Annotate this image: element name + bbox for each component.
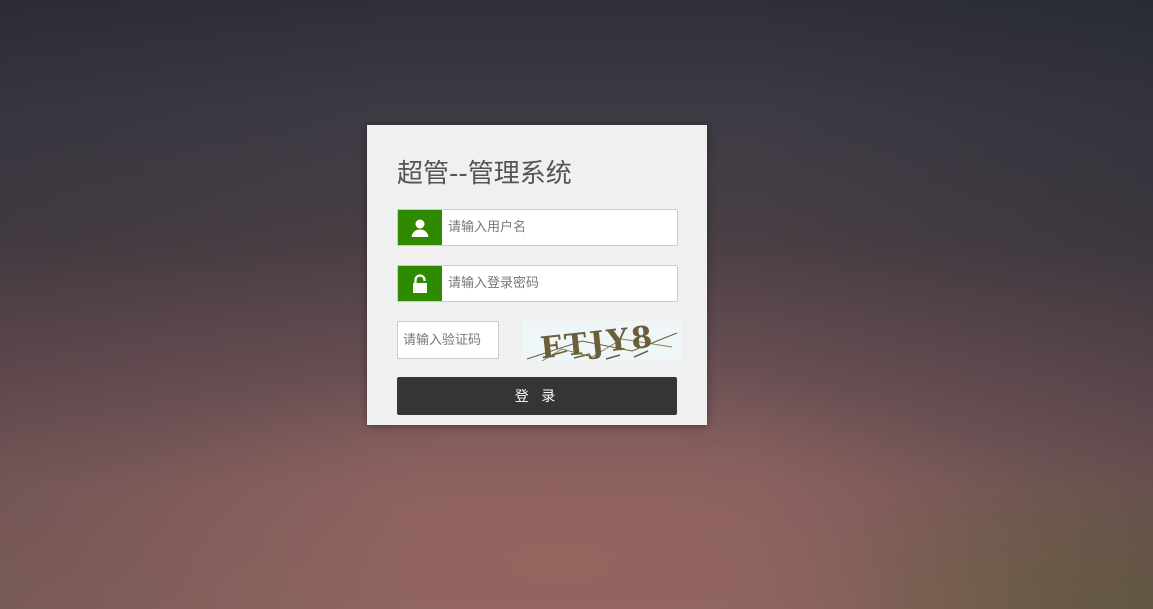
user-icon	[398, 210, 442, 245]
username-field-group	[397, 209, 678, 246]
login-panel: 超管--管理系统 FTJY8 登 录	[367, 125, 707, 425]
captcha-input[interactable]	[397, 321, 499, 359]
lock-icon	[398, 266, 442, 301]
username-input[interactable]	[442, 211, 677, 244]
password-input[interactable]	[442, 267, 677, 300]
captcha-image[interactable]: FTJY8	[522, 320, 682, 366]
login-button[interactable]: 登 录	[397, 377, 677, 415]
password-field-group	[397, 265, 678, 302]
page-title: 超管--管理系统	[397, 159, 572, 189]
